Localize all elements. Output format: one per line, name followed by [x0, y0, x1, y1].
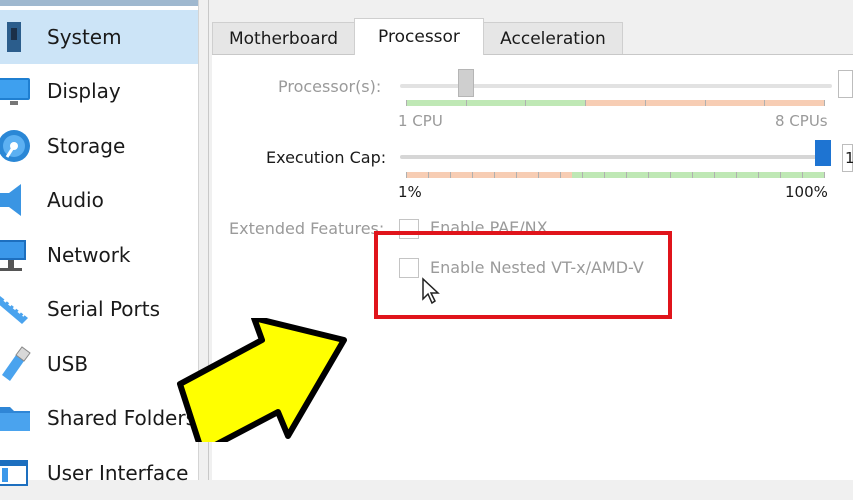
sidebar-item-serial-ports[interactable]: Serial Ports	[0, 282, 198, 336]
scale-tick	[758, 172, 759, 178]
scale-tick	[802, 172, 803, 178]
execution-cap-min-label: 1%	[398, 183, 422, 201]
execution-cap-spinbox[interactable]: 1	[842, 144, 853, 172]
yellow-arrow-icon	[177, 318, 347, 442]
processor-min-label: 1 CPU	[398, 112, 443, 130]
sidebar-item-storage[interactable]: Storage	[0, 119, 198, 173]
sidebar-item-shared-folders[interactable]: Shared Folders	[0, 391, 198, 445]
sidebar-item-label: User Interface	[47, 461, 189, 485]
extended-features-label: Extended Features:	[229, 219, 385, 238]
scale-tick	[494, 172, 495, 178]
execution-cap-label: Execution Cap:	[266, 148, 387, 167]
scale-tick	[516, 172, 517, 178]
system-icon	[0, 18, 34, 56]
sidebar-item-label: Storage	[47, 134, 126, 158]
scale-tick	[626, 172, 627, 178]
scale-tick	[764, 100, 765, 106]
scale-tick	[648, 172, 649, 178]
tab-processor[interactable]: Processor	[354, 18, 484, 55]
scale-tick	[714, 172, 715, 178]
network-icon	[0, 236, 34, 274]
scale-tick	[824, 172, 825, 178]
processor-max-label: 8 CPUs	[775, 112, 828, 130]
sidebar-item-label: Serial Ports	[47, 297, 161, 321]
tab-acceleration[interactable]: Acceleration	[483, 22, 623, 54]
processor-slider-handle[interactable]	[458, 69, 474, 97]
sidebar-item-audio[interactable]: Audio	[0, 173, 198, 227]
tab-motherboard[interactable]: Motherboard	[212, 22, 355, 54]
scale-tick	[824, 100, 825, 106]
sidebar-item-label: Shared Folders	[47, 406, 196, 430]
scale-tick	[604, 172, 605, 178]
scale-tick	[585, 100, 586, 106]
highlight-box	[374, 231, 672, 319]
scale-tick	[670, 172, 671, 178]
sidebar-item-display[interactable]: Display	[0, 64, 198, 118]
sidebar-item-network[interactable]: Network	[0, 228, 198, 282]
settings-sidebar: System Display Storage Audio Network Ser…	[0, 0, 199, 486]
scale-tick	[450, 172, 451, 178]
tab-bar: Motherboard Processor Acceleration	[212, 18, 853, 55]
mouse-cursor-icon	[422, 277, 440, 305]
usb-icon	[0, 345, 34, 383]
scale-tick	[406, 172, 407, 178]
sidebar-item-usb[interactable]: USB	[0, 337, 198, 391]
scale-tick	[472, 172, 473, 178]
scale-tick	[538, 172, 539, 178]
processor-count-label: Processor(s):	[278, 77, 382, 96]
user-interface-icon	[0, 454, 34, 492]
sidebar-item-user-interface[interactable]: User Interface	[0, 446, 198, 500]
sidebar-item-label: Network	[47, 243, 131, 267]
scale-tick	[692, 172, 693, 178]
audio-icon	[0, 181, 34, 219]
storage-icon	[0, 127, 34, 165]
scale-tick	[406, 100, 407, 106]
scale-tick	[780, 172, 781, 178]
scale-tick	[705, 100, 706, 106]
scale-tick	[645, 100, 646, 106]
processor-count-spinbox[interactable]	[838, 70, 853, 98]
execution-cap-slider-handle[interactable]	[815, 140, 831, 166]
scale-tick	[582, 172, 583, 178]
serial-ports-icon	[0, 290, 34, 328]
scale-tick	[736, 172, 737, 178]
sidebar-item-label: Audio	[47, 188, 104, 212]
shared-folders-icon	[0, 399, 34, 437]
sidebar-item-label: System	[47, 25, 122, 49]
sidebar-item-system[interactable]: System	[0, 10, 198, 64]
sidebar-item-label: USB	[47, 352, 89, 376]
scale-tick	[525, 100, 526, 106]
scale-tick	[560, 172, 561, 178]
scale-ticks	[406, 172, 825, 178]
sidebar-item-label: Display	[47, 79, 121, 103]
execution-cap-slider-groove[interactable]	[400, 155, 820, 159]
execution-cap-max-label: 100%	[785, 183, 828, 201]
scale-ticks	[406, 100, 825, 106]
display-icon	[0, 72, 34, 110]
scale-tick	[428, 172, 429, 178]
sidebar-top-strip	[0, 0, 198, 6]
scale-tick	[466, 100, 467, 106]
